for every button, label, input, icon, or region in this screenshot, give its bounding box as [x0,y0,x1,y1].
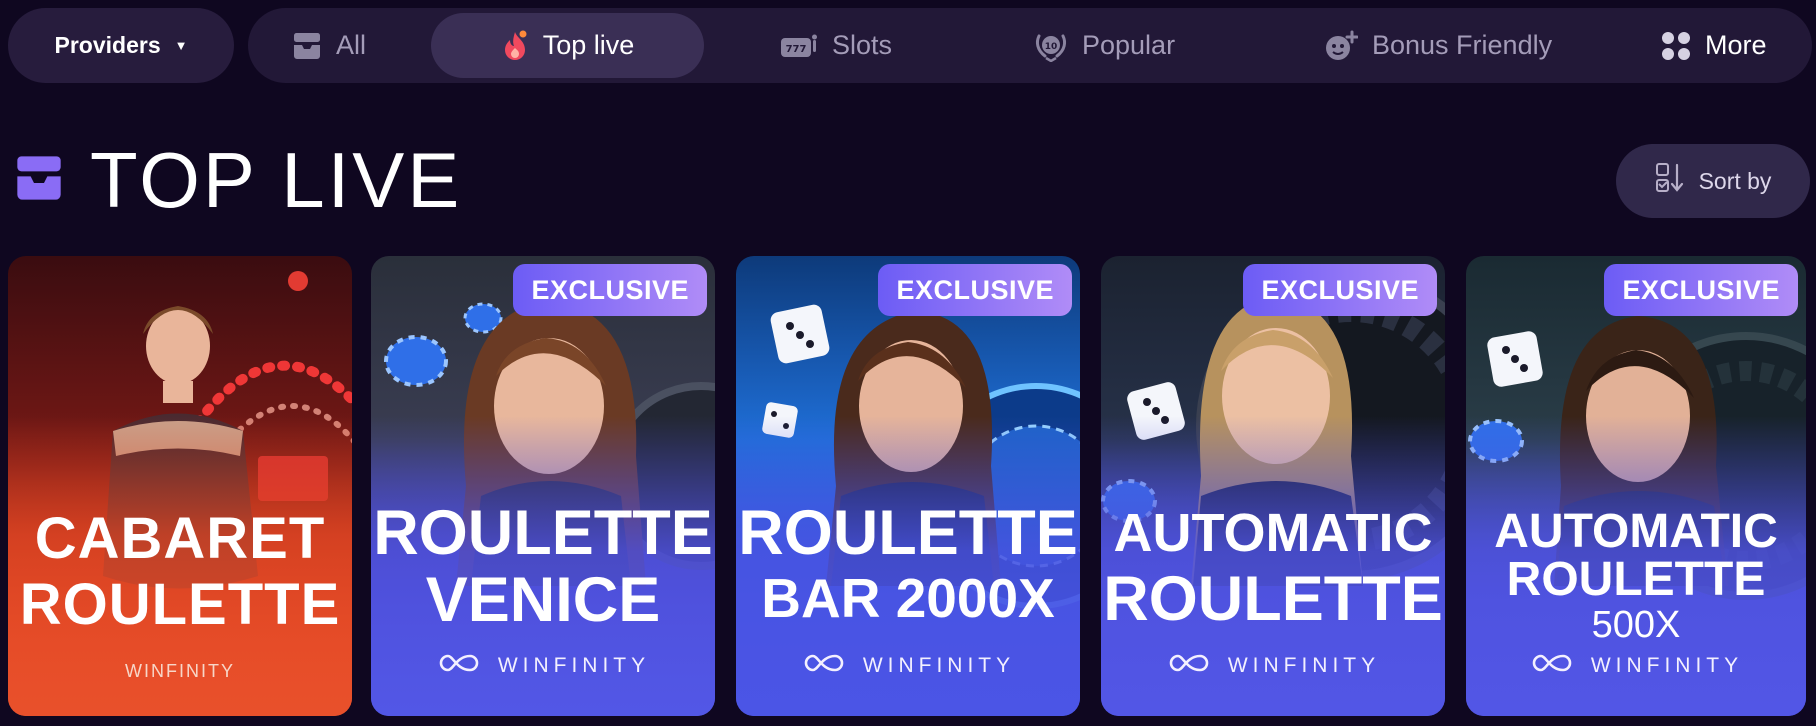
provider-name: WINFINITY [1590,654,1744,677]
infinity-logo-icon [801,652,847,680]
tab-bonus-friendly[interactable]: Bonus Friendly [1324,13,1552,78]
inbox-icon [292,31,322,61]
provider-name: WINFINITY [1227,654,1381,677]
game-title-line: AUTOMATIC [1113,503,1433,563]
category-nav: All Top live 777 Slots 10 Popular Bonus … [248,8,1812,83]
game-title-line: ROULETTE [1506,553,1766,606]
chevron-down-icon: ▼ [174,38,188,53]
tab-popular[interactable]: 10 Popular [1034,13,1175,78]
tab-all[interactable]: All [292,13,366,78]
sort-icon [1655,162,1685,200]
slot-machine-icon: 777 [780,33,818,59]
game-title-line: ROULETTE [738,498,1078,568]
provider-logo: WINFINITY [1101,652,1445,680]
inbox-icon [14,153,64,208]
exclusive-badge: EXCLUSIVE [878,264,1072,316]
tab-label: All [336,30,367,60]
tab-label: Bonus Friendly [1372,30,1553,60]
game-title: ROULETTE BAR 2000X [736,502,1080,626]
provider-name: WINFINITY [497,654,651,677]
exclusive-badge: EXCLUSIVE [1604,264,1798,316]
providers-label: Providers [54,32,161,58]
game-title: CABARET ROULETTE [8,510,352,634]
provider-logo: WINFINITY [8,661,352,682]
provider-name: WINFINITY [862,654,1016,677]
page-title: TOP LIVE [90,135,463,224]
game-card-roulette-bar-2000x[interactable]: EXCLUSIVE ROULETTE BAR 2000X WINFINITY [736,256,1080,716]
tab-label: More [1705,30,1767,60]
provider-logo: WINFINITY [371,652,715,680]
game-card-roulette-venice[interactable]: EXCLUSIVE ROULETTE VENICE WINFINITY [371,256,715,716]
svg-text:10: 10 [1045,42,1058,52]
game-title-line: VENICE [425,565,661,635]
svg-text:777: 777 [786,44,807,55]
game-title: ROULETTE VENICE [371,502,715,632]
more-button[interactable]: More [1661,13,1767,78]
providers-dropdown[interactable]: Providers ▼ [8,8,234,83]
game-title-line: CABARET [34,506,326,571]
game-title-line: ROULETTE [1103,564,1443,634]
game-title: AUTOMATIC ROULETTE [1101,506,1445,631]
provider-name: WINFINITY [125,661,235,681]
sort-by-button[interactable]: Sort by [1616,144,1810,218]
exclusive-badge: EXCLUSIVE [1243,264,1437,316]
game-title: AUTOMATIC ROULETTE 500X [1466,505,1806,646]
tab-label: Top live [542,30,635,60]
grid-dots-icon [1661,31,1691,61]
game-title-line: ROULETTE [19,572,341,637]
game-title-line: ROULETTE [373,498,713,568]
laurel-badge-icon: 10 [1034,30,1068,62]
tab-slots[interactable]: 777 Slots [780,13,892,78]
tab-label: Popular [1082,30,1176,60]
provider-logo: WINFINITY [736,652,1080,680]
game-card-cabaret-roulette[interactable]: CABARET ROULETTE WINFINITY [8,256,352,716]
provider-logo: WINFINITY [1466,652,1806,680]
sort-label: Sort by [1698,167,1772,194]
game-title-line: BAR 2000X [761,567,1055,629]
section-header: TOP LIVE [14,136,462,224]
game-title-line: 500X [1591,604,1681,646]
game-card-automatic-roulette-500x[interactable]: EXCLUSIVE AUTOMATIC ROULETTE 500X WINFIN… [1466,256,1806,716]
flame-icon [501,30,529,62]
infinity-logo-icon [1166,652,1212,680]
infinity-logo-icon [436,652,482,680]
game-title-line: AUTOMATIC [1494,505,1778,558]
exclusive-badge: EXCLUSIVE [513,264,707,316]
infinity-logo-icon [1529,652,1575,680]
tab-top-live[interactable]: Top live [431,13,704,78]
game-card-automatic-roulette[interactable]: EXCLUSIVE AUTOMATIC ROULETTE WINFINITY [1101,256,1445,716]
tab-label: Slots [832,30,893,60]
bonus-face-icon [1324,30,1358,62]
